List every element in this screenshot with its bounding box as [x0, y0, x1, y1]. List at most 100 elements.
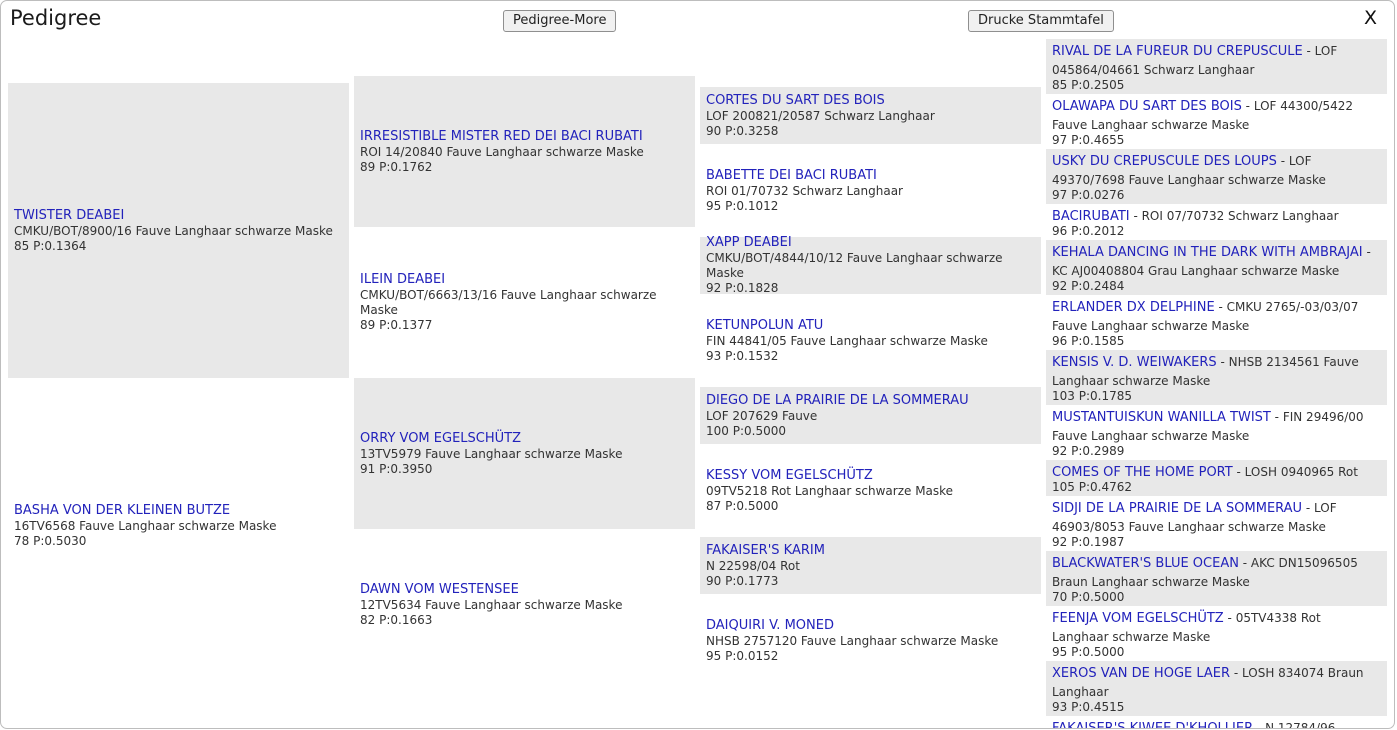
close-icon[interactable]: X — [1364, 7, 1377, 29]
dog-name-link[interactable]: FAKAISER'S KIWEE D'KHOLLIER — [1052, 721, 1253, 729]
dog-score: 78 P:0.5030 — [14, 534, 343, 549]
dog-name-link[interactable]: XAPP DEABEI — [706, 235, 1035, 251]
name-info-separator: - — [1363, 245, 1371, 259]
pedigree-cell: MUSTANTUISKUN WANILLA TWIST - FIN 29496/… — [1046, 405, 1387, 460]
dog-name-link[interactable]: COMES OF THE HOME PORT — [1052, 465, 1233, 480]
dog-name-link[interactable]: KESSY VOM EGELSCHÜTZ — [706, 468, 1035, 484]
dog-registration-info: LOF 207629 Fauve — [706, 409, 1035, 424]
pedigree-cell: BACIRUBATI - ROI 07/70732 Schwarz Langha… — [1046, 204, 1387, 240]
dog-name-link[interactable]: ERLANDER DX DELPHINE — [1052, 300, 1215, 315]
dog-score: 95 P:0.5000 — [1052, 645, 1381, 659]
dog-score: 100 P:0.5000 — [706, 424, 1035, 439]
dog-registration-info: ROI 07/70732 Schwarz Langhaar — [1142, 209, 1339, 223]
dog-name-link[interactable]: SIDJI DE LA PRAIRIE DE LA SOMMERAU — [1052, 501, 1302, 516]
pedigree-cell: BABETTE DEI BACI RUBATIROI 01/70732 Schw… — [700, 162, 1041, 219]
dog-score: 90 P:0.1773 — [706, 574, 1035, 589]
dog-name-line: OLAWAPA DU SART DES BOIS - LOF 44300/542… — [1052, 95, 1381, 133]
dog-registration-info: CMKU/BOT/4844/10/12 Fauve Langhaar schwa… — [706, 251, 1035, 281]
pedigree-cell: TWISTER DEABEICMKU/BOT/8900/16 Fauve Lan… — [8, 83, 349, 378]
dog-name-link[interactable]: DAWN VOM WESTENSEE — [360, 582, 689, 598]
generation-column-1: TWISTER DEABEICMKU/BOT/8900/16 Fauve Lan… — [8, 39, 349, 717]
name-info-separator: - — [1233, 465, 1245, 479]
pedigree-cell: COMES OF THE HOME PORT - LOSH 0940965 Ro… — [1046, 460, 1387, 496]
pedigree-cell: IRRESISTIBLE MISTER RED DEI BACI RUBATIR… — [354, 76, 695, 227]
pedigree-cell: KENSIS V. D. WEIWAKERS - NHSB 2134561 Fa… — [1046, 350, 1387, 405]
name-info-separator: - — [1130, 209, 1142, 223]
dog-score: 103 P:0.1785 — [1052, 389, 1381, 403]
dog-name-link[interactable]: ORRY VOM EGELSCHÜTZ — [360, 431, 689, 447]
dog-name-link[interactable]: FAKAISER'S KARIM — [706, 543, 1035, 559]
dog-name-line: ERLANDER DX DELPHINE - CMKU 2765/-03/03/… — [1052, 296, 1381, 334]
dog-score: 87 P:0.5000 — [706, 499, 1035, 514]
dog-name-link[interactable]: BABETTE DEI BACI RUBATI — [706, 168, 1035, 184]
name-info-separator: - — [1303, 44, 1315, 58]
dog-score: 93 P:0.1532 — [706, 349, 1035, 364]
name-info-separator: - — [1277, 154, 1289, 168]
dog-registration-info: 12TV5634 Fauve Langhaar schwarze Maske — [360, 598, 689, 613]
pedigree-cell: KETUNPOLUN ATUFIN 44841/05 Fauve Langhaa… — [700, 312, 1041, 369]
dog-score: 96 P:0.2012 — [1052, 224, 1381, 238]
dog-name-line: COMES OF THE HOME PORT - LOSH 0940965 Ro… — [1052, 461, 1381, 480]
dog-name-line: XEROS VAN DE HOGE LAER - LOSH 834074 Bra… — [1052, 662, 1381, 700]
pedigree-cell: USKY DU CREPUSCULE DES LOUPS - LOF 49370… — [1046, 149, 1387, 204]
pedigree-cell: FAKAISER'S KIWEE D'KHOLLIER - N 12784/96… — [1046, 716, 1387, 729]
dog-registration-info: FIN 44841/05 Fauve Langhaar schwarze Mas… — [706, 334, 1035, 349]
dog-score: 91 P:0.3950 — [360, 462, 689, 477]
dog-name-link[interactable]: KENSIS V. D. WEIWAKERS — [1052, 355, 1217, 370]
name-info-separator: - — [1242, 99, 1254, 113]
dog-name-link[interactable]: DAIQUIRI V. MONED — [706, 618, 1035, 634]
pedigree-cell: CORTES DU SART DES BOISLOF 200821/20587 … — [700, 87, 1041, 144]
dog-name-link[interactable]: USKY DU CREPUSCULE DES LOUPS — [1052, 154, 1277, 169]
dog-name-line: MUSTANTUISKUN WANILLA TWIST - FIN 29496/… — [1052, 406, 1381, 444]
dog-name-link[interactable]: MUSTANTUISKUN WANILLA TWIST — [1052, 410, 1271, 425]
pedigree-cell: DAWN VOM WESTENSEE12TV5634 Fauve Langhaa… — [354, 529, 695, 680]
dog-name-link[interactable]: OLAWAPA DU SART DES BOIS — [1052, 99, 1242, 114]
dog-score: 85 P:0.1364 — [14, 239, 343, 254]
dog-name-link[interactable]: XEROS VAN DE HOGE LAER — [1052, 666, 1230, 681]
dog-name-link[interactable]: CORTES DU SART DES BOIS — [706, 93, 1035, 109]
dog-name-line: BACIRUBATI - ROI 07/70732 Schwarz Langha… — [1052, 205, 1381, 224]
dog-score: 70 P:0.5000 — [1052, 590, 1381, 604]
dog-name-line: KENSIS V. D. WEIWAKERS - NHSB 2134561 Fa… — [1052, 351, 1381, 389]
dog-name-link[interactable]: RIVAL DE LA FUREUR DU CREPUSCULE — [1052, 44, 1303, 59]
pedigree-cell: BASHA VON DER KLEINEN BUTZE16TV6568 Fauv… — [8, 378, 349, 673]
dog-name-link[interactable]: BASHA VON DER KLEINEN BUTZE — [14, 503, 343, 519]
dog-score: 85 P:0.2505 — [1052, 78, 1381, 92]
header-bar: Pedigree Pedigree-More Drucke Stammtafel… — [1, 1, 1394, 39]
dog-name-link[interactable]: KETUNPOLUN ATU — [706, 318, 1035, 334]
dog-name-link[interactable]: BACIRUBATI — [1052, 209, 1130, 224]
name-info-separator: - — [1239, 556, 1251, 570]
pedigree-cell: FAKAISER'S KARIMN 22598/04 Rot90 P:0.177… — [700, 537, 1041, 594]
dog-registration-info: LOF 200821/20587 Schwarz Langhaar — [706, 109, 1035, 124]
dog-registration-info: 13TV5979 Fauve Langhaar schwarze Maske — [360, 447, 689, 462]
dog-name-link[interactable]: DIEGO DE LA PRAIRIE DE LA SOMMERAU — [706, 393, 1035, 409]
pedigree-more-button[interactable]: Pedigree-More — [503, 10, 616, 32]
dog-registration-info: NHSB 2757120 Fauve Langhaar schwarze Mas… — [706, 634, 1035, 649]
dog-name-link[interactable]: KEHALA DANCING IN THE DARK WITH AMBRAJAI — [1052, 245, 1363, 260]
pedigree-cell: ERLANDER DX DELPHINE - CMKU 2765/-03/03/… — [1046, 295, 1387, 350]
dog-score: 97 P:0.0276 — [1052, 188, 1381, 202]
dog-name-link[interactable]: FEENJA VOM EGELSCHÜTZ — [1052, 611, 1224, 626]
dog-registration-info: 09TV5218 Rot Langhaar schwarze Maske — [706, 484, 1035, 499]
dog-score: 92 P:0.1987 — [1052, 535, 1381, 549]
pedigree-cell: DAIQUIRI V. MONEDNHSB 2757120 Fauve Lang… — [700, 612, 1041, 669]
dog-name-link[interactable]: BLACKWATER'S BLUE OCEAN — [1052, 556, 1239, 571]
pedigree-cell: RIVAL DE LA FUREUR DU CREPUSCULE - LOF 0… — [1046, 39, 1387, 94]
dog-score: 96 P:0.1585 — [1052, 334, 1381, 348]
print-pedigree-button[interactable]: Drucke Stammtafel — [968, 10, 1114, 32]
generation-column-4: RIVAL DE LA FUREUR DU CREPUSCULE - LOF 0… — [1046, 39, 1387, 717]
dog-name-link[interactable]: TWISTER DEABEI — [14, 208, 343, 224]
pedigree-window: Pedigree Pedigree-More Drucke Stammtafel… — [0, 0, 1395, 729]
dog-registration-info: KC AJ00408804 Grau Langhaar schwarze Mas… — [1052, 264, 1339, 278]
dog-registration-info: CMKU/BOT/6663/13/16 Fauve Langhaar schwa… — [360, 288, 689, 318]
dog-registration-info: LOSH 0940965 Rot — [1245, 465, 1358, 479]
dog-score: 92 P:0.2484 — [1052, 279, 1381, 293]
dog-score: 105 P:0.4762 — [1052, 480, 1381, 494]
pedigree-cell: ILEIN DEABEICMKU/BOT/6663/13/16 Fauve La… — [354, 227, 695, 378]
dog-name-link[interactable]: ILEIN DEABEI — [360, 272, 689, 288]
dog-name-link[interactable]: IRRESISTIBLE MISTER RED DEI BACI RUBATI — [360, 129, 689, 145]
pedigree-grid: TWISTER DEABEICMKU/BOT/8900/16 Fauve Lan… — [1, 39, 1394, 717]
pedigree-cell: XAPP DEABEICMKU/BOT/4844/10/12 Fauve Lan… — [700, 237, 1041, 294]
name-info-separator: - — [1215, 300, 1227, 314]
pedigree-cell: KESSY VOM EGELSCHÜTZ09TV5218 Rot Langhaa… — [700, 462, 1041, 519]
